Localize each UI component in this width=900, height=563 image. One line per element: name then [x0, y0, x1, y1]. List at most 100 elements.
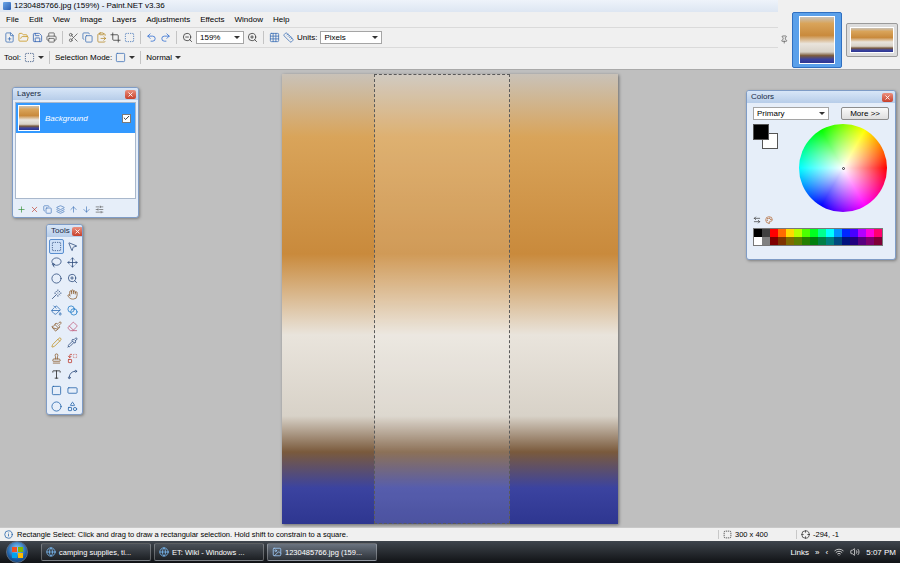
links-chevron[interactable]: »	[815, 548, 819, 557]
start-button[interactable]	[6, 541, 28, 563]
palette-swatch[interactable]	[786, 237, 794, 245]
palette-swatch[interactable]	[866, 237, 874, 245]
palette-swatch[interactable]	[850, 237, 858, 245]
color-mode-combo[interactable]: Primary	[753, 107, 829, 120]
save-icon[interactable]	[32, 32, 43, 43]
palette-swatch[interactable]	[778, 229, 786, 237]
palette-swatch[interactable]	[850, 229, 858, 237]
duplicate-layer-icon[interactable]	[43, 205, 52, 214]
tool-button[interactable]	[49, 239, 64, 254]
volume-icon[interactable]	[850, 547, 860, 557]
crop-icon[interactable]	[110, 32, 121, 43]
tool-button[interactable]	[65, 319, 80, 334]
tool-button[interactable]	[49, 351, 64, 366]
pin-icon[interactable]	[780, 35, 788, 44]
palette-swatch[interactable]	[834, 237, 842, 245]
palette-swatch[interactable]	[818, 237, 826, 245]
tool-button[interactable]	[65, 367, 80, 382]
rectangle-select-icon[interactable]	[24, 52, 35, 63]
layer-row[interactable]: Background	[16, 103, 135, 133]
move-up-icon[interactable]	[69, 205, 78, 214]
tool-button[interactable]	[49, 303, 64, 318]
tool-button[interactable]	[49, 287, 64, 302]
zoom-out-icon[interactable]	[182, 32, 193, 43]
tool-button[interactable]	[49, 399, 64, 414]
scissors-icon[interactable]	[68, 32, 79, 43]
tool-button[interactable]	[65, 255, 80, 270]
palette-swatch[interactable]	[818, 229, 826, 237]
more-button[interactable]: More >>	[841, 107, 889, 120]
menu-item[interactable]: Window	[234, 15, 262, 24]
tool-button[interactable]	[49, 367, 64, 382]
redo-icon[interactable]	[160, 32, 171, 43]
close-button[interactable]	[125, 90, 136, 99]
palette-swatch[interactable]	[754, 229, 762, 237]
colors-title-bar[interactable]: Colors	[747, 91, 895, 103]
delete-layer-icon[interactable]	[30, 205, 39, 214]
tool-button[interactable]	[65, 239, 80, 254]
ruler-icon[interactable]	[283, 32, 294, 43]
paste-icon[interactable]	[96, 32, 107, 43]
close-button[interactable]	[72, 227, 83, 236]
palette-swatch[interactable]	[810, 237, 818, 245]
palette-swatch[interactable]	[874, 237, 882, 245]
palette-swatch[interactable]	[826, 229, 834, 237]
links-toolbar[interactable]: Links	[790, 548, 809, 557]
printer-icon[interactable]	[46, 32, 57, 43]
tool-button[interactable]	[65, 351, 80, 366]
zoom-combo[interactable]: 159%	[196, 31, 244, 44]
zoom-in-icon[interactable]	[247, 32, 258, 43]
palette-swatch[interactable]	[834, 229, 842, 237]
undo-icon[interactable]	[146, 32, 157, 43]
tool-button[interactable]	[65, 335, 80, 350]
tool-button[interactable]	[49, 255, 64, 270]
palette-swatch[interactable]	[802, 229, 810, 237]
palette-swatch[interactable]	[802, 237, 810, 245]
taskbar-button[interactable]: 1230485766.jpg (159...	[267, 543, 377, 561]
palette-swatch[interactable]	[858, 237, 866, 245]
selection-marquee[interactable]	[374, 74, 510, 524]
tray-expand[interactable]: ‹	[826, 548, 829, 557]
open-folder-icon[interactable]	[18, 32, 29, 43]
tool-button[interactable]	[65, 303, 80, 318]
tool-button[interactable]	[65, 271, 80, 286]
add-layer-icon[interactable]	[17, 205, 26, 214]
clock[interactable]: 5:07 PM	[866, 548, 896, 557]
tool-button[interactable]	[65, 287, 80, 302]
palette-swatch[interactable]	[762, 237, 770, 245]
color-wheel[interactable]	[799, 124, 887, 212]
layer-properties-icon[interactable]	[95, 205, 104, 214]
menu-item[interactable]: File	[6, 15, 19, 24]
taskbar-button[interactable]: ET: Wiki - Windows ...	[154, 543, 264, 561]
palette-swatch[interactable]	[842, 229, 850, 237]
document-thumbnail[interactable]	[846, 23, 898, 57]
swap-colors-icon[interactable]	[753, 216, 761, 224]
blend-mode[interactable]: Normal	[146, 53, 172, 62]
network-icon[interactable]	[834, 547, 844, 557]
palette-swatch[interactable]	[770, 237, 778, 245]
menu-item[interactable]: View	[53, 15, 70, 24]
merge-layer-icon[interactable]	[56, 205, 65, 214]
menu-item[interactable]: Edit	[29, 15, 43, 24]
dropdown-arrow-icon[interactable]	[129, 56, 135, 59]
layers-title-bar[interactable]: Layers	[13, 88, 138, 100]
wheel-marker[interactable]	[842, 167, 845, 170]
image-canvas[interactable]	[282, 74, 618, 524]
close-button[interactable]	[882, 93, 893, 102]
tool-button[interactable]	[65, 399, 80, 414]
grid-icon[interactable]	[269, 32, 280, 43]
palette-swatch[interactable]	[858, 229, 866, 237]
menu-item[interactable]: Adjustments	[146, 15, 190, 24]
document-thumbnail[interactable]	[792, 12, 842, 68]
taskbar-button[interactable]: camping supplies, ti...	[41, 543, 151, 561]
tools-title-bar[interactable]: Tools	[47, 225, 82, 237]
menu-item[interactable]: Help	[273, 15, 289, 24]
tool-button[interactable]	[65, 383, 80, 398]
palette-swatch[interactable]	[778, 237, 786, 245]
move-down-icon[interactable]	[82, 205, 91, 214]
deselect-icon[interactable]	[124, 32, 135, 43]
tool-button[interactable]	[49, 335, 64, 350]
dropdown-arrow-icon[interactable]	[38, 56, 44, 59]
tool-button[interactable]	[49, 271, 64, 286]
layer-visibility-checkbox[interactable]	[122, 114, 131, 123]
